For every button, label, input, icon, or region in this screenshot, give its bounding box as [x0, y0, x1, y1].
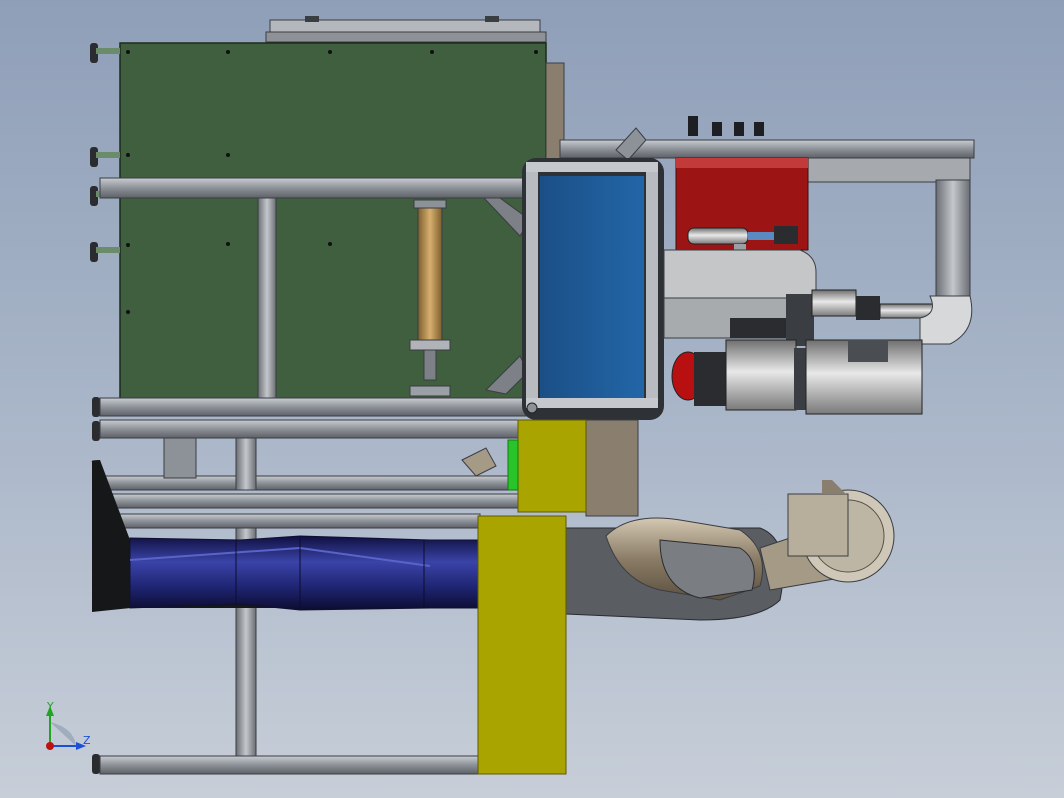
- z-axis-label: Z: [83, 734, 91, 747]
- gear-housing[interactable]: [663, 249, 937, 346]
- assembly-side-view: [46, 16, 975, 775]
- mount-bracket[interactable]: [585, 419, 639, 517]
- control-knobs[interactable]: [688, 116, 764, 136]
- green-enclosure-panel[interactable]: [119, 42, 547, 400]
- small-bracket: [461, 447, 497, 477]
- blue-door-panel[interactable]: [522, 158, 664, 420]
- cad-viewport[interactable]: Y Z: [0, 0, 1064, 798]
- spindle-motor[interactable]: [671, 339, 923, 415]
- y-axis-label: Y: [47, 700, 54, 713]
- elbow-duct[interactable]: [919, 295, 973, 345]
- frame-post[interactable]: [257, 197, 277, 401]
- top-cover-plate[interactable]: [265, 16, 547, 43]
